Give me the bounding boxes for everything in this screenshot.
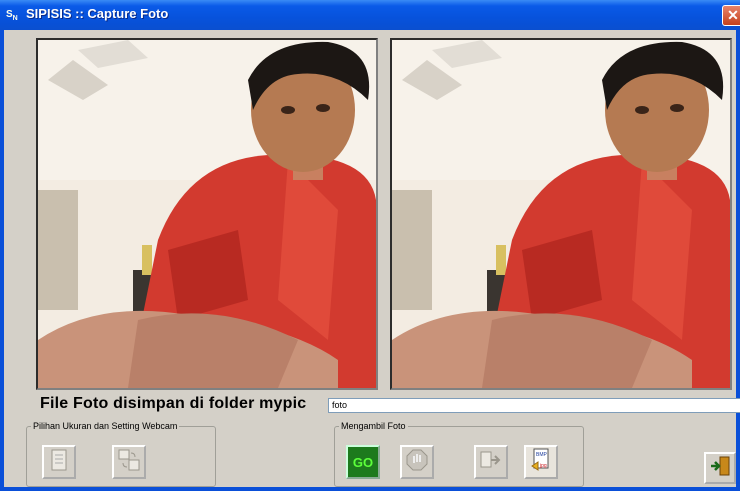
webcam-settings-legend: Pilihan Ukuran dan Setting Webcam <box>33 421 178 431</box>
exit-door-icon <box>709 455 731 482</box>
copy-to-folder-icon <box>479 449 503 476</box>
exit-button[interactable] <box>704 452 736 484</box>
window-title: SIPISIS :: Capture Foto <box>26 6 169 21</box>
app-icon: SN <box>6 9 18 22</box>
title-bar[interactable]: SN SIPISIS :: Capture Foto ✕ <box>0 0 740 30</box>
go-button[interactable]: GO <box>346 445 380 479</box>
go-icon: GO <box>352 454 374 470</box>
svg-text:BMP: BMP <box>536 452 548 458</box>
size-button[interactable] <box>42 445 76 479</box>
transfer-button[interactable] <box>474 445 508 479</box>
webcam-preview-image <box>38 40 376 388</box>
stop-hand-icon <box>406 449 428 476</box>
save-jpg-button[interactable]: BMP jpg <box>524 445 558 479</box>
document-icon <box>49 449 69 476</box>
webcam-preview-pane <box>36 38 378 390</box>
webcam-settings-button[interactable] <box>112 445 146 479</box>
save-jpg-icon: BMP jpg <box>529 448 553 477</box>
svg-text:jpg: jpg <box>539 463 547 469</box>
webcam-settings-icon <box>117 449 141 476</box>
capture-photo-legend: Mengambil Foto <box>341 421 406 431</box>
save-folder-caption: File Foto disimpan di folder mypic <box>40 395 307 412</box>
captured-photo-pane <box>390 38 732 390</box>
capture-foto-window: SN SIPISIS :: Capture Foto ✕ File Foto d… <box>0 0 740 491</box>
filename-input[interactable]: foto <box>328 398 740 413</box>
captured-photo-image <box>392 40 730 388</box>
close-button[interactable]: ✕ <box>722 5 740 26</box>
close-icon: ✕ <box>727 7 739 23</box>
stop-button[interactable] <box>400 445 434 479</box>
